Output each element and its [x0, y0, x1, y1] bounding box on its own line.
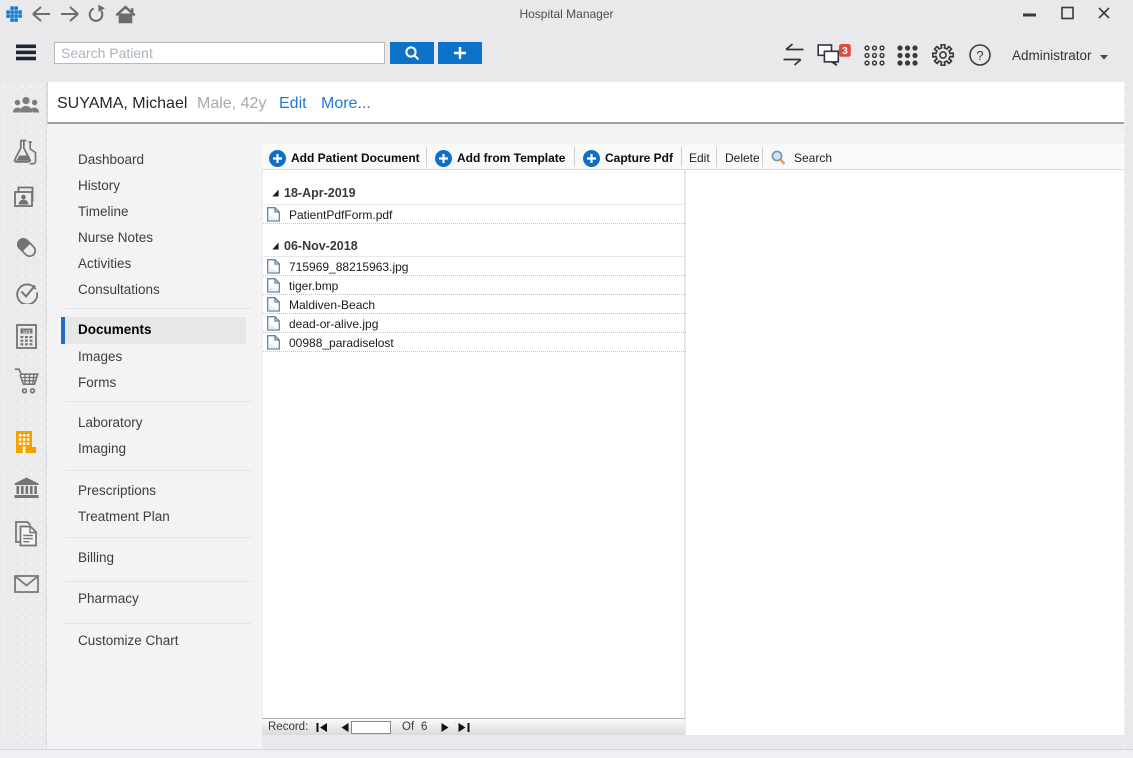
svg-text:3: 3: [842, 45, 848, 57]
svg-text:?: ?: [976, 48, 983, 63]
svg-text:123: 123: [22, 329, 30, 335]
